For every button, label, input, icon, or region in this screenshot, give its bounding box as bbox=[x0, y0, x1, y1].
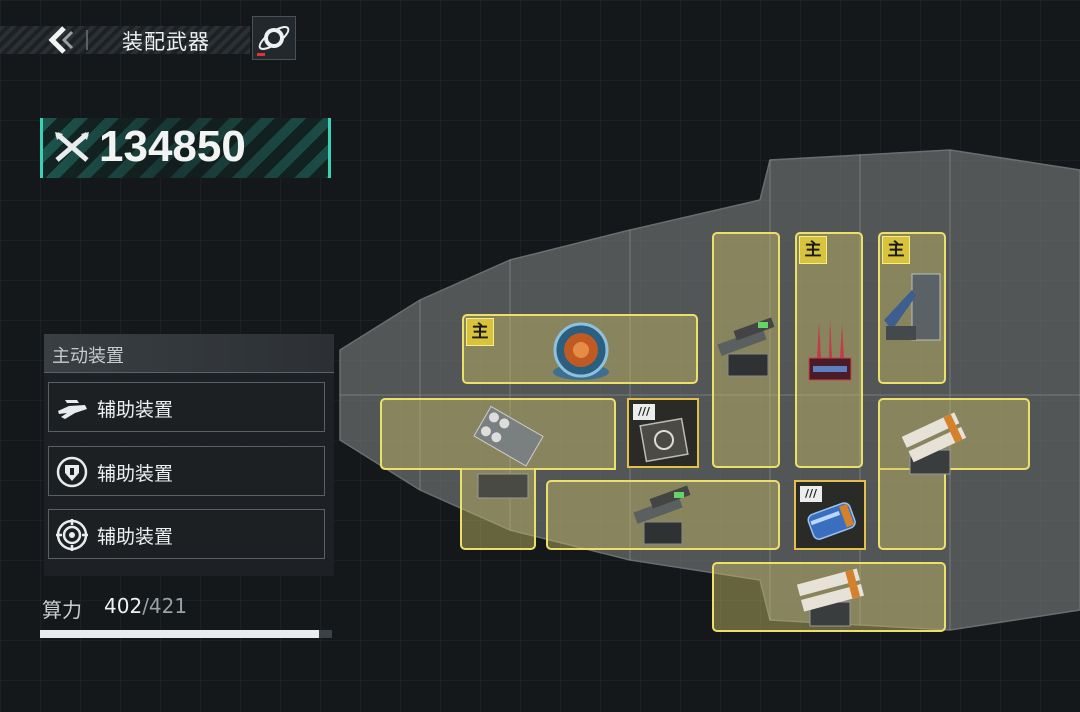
compute-progress-fill bbox=[40, 630, 319, 638]
turret-icon bbox=[717, 317, 775, 377]
twin-gun-icon bbox=[901, 412, 967, 475]
panel-header-label: 主动装置 bbox=[52, 346, 124, 367]
aux-slot-3[interactable]: 辅助装置 bbox=[48, 509, 325, 559]
compute-progress-bar bbox=[40, 630, 332, 638]
chevron-left-icon bbox=[48, 26, 74, 54]
compute-used: 402 bbox=[104, 594, 143, 618]
aux-slot-1[interactable]: 辅助装置 bbox=[48, 382, 325, 432]
twin-gun-icon bbox=[796, 568, 865, 627]
title-separator bbox=[86, 30, 88, 50]
combat-power-value: 134850 bbox=[99, 122, 246, 171]
weapon-slot-wide-1[interactable] bbox=[546, 480, 780, 550]
shield-orb-icon bbox=[553, 322, 609, 380]
aux-slot-label: 辅助装置 bbox=[97, 399, 174, 421]
device-panel: 主动装置 辅助装置 辅助装置 辅助装置 bbox=[44, 334, 334, 576]
aux-slot-label: 辅助装置 bbox=[97, 463, 174, 485]
heavy-cannon-icon bbox=[884, 273, 941, 341]
shield-emblem-icon bbox=[56, 456, 88, 488]
turret-icon bbox=[633, 485, 691, 545]
chip-module-icon bbox=[639, 417, 689, 463]
weapon-slot-main-2[interactable]: 主 bbox=[795, 232, 863, 468]
compute-total: /421 bbox=[142, 594, 188, 618]
aux-slot-2[interactable]: 辅助装置 bbox=[48, 446, 325, 496]
target-emblem-icon bbox=[56, 519, 88, 551]
crossed-swords-icon bbox=[55, 132, 89, 162]
weapon-slot-main-1[interactable]: 主 bbox=[462, 314, 698, 384]
main-badge: 主 bbox=[466, 318, 494, 346]
main-badge: 主 bbox=[799, 236, 827, 264]
rocket-pod-icon bbox=[473, 405, 544, 499]
compute-label: 算力 bbox=[42, 598, 82, 622]
aircraft-icon bbox=[58, 400, 87, 419]
main-badge: 主 bbox=[882, 236, 910, 264]
energy-cell-icon bbox=[807, 502, 856, 540]
aux-device-2[interactable]: /// bbox=[794, 480, 866, 550]
aux-device-1[interactable]: /// bbox=[627, 398, 699, 468]
weapon-slot-wide-2[interactable] bbox=[712, 562, 946, 632]
combat-power-box: 134850 bbox=[40, 118, 331, 178]
weapon-slot-main-3[interactable]: 主 bbox=[878, 232, 946, 384]
page-title: 装配武器 bbox=[122, 30, 210, 54]
missile-launcher-icon bbox=[808, 318, 852, 381]
panel-header: 主动装置 bbox=[44, 334, 334, 373]
back-button[interactable] bbox=[44, 24, 78, 56]
red-indicator bbox=[257, 53, 265, 56]
planet-button[interactable] bbox=[252, 16, 296, 60]
weapon-slot-tall-1[interactable] bbox=[712, 232, 780, 468]
compute-value: 402/421 bbox=[104, 594, 187, 618]
aux-slot-label: 辅助装置 bbox=[97, 526, 174, 548]
